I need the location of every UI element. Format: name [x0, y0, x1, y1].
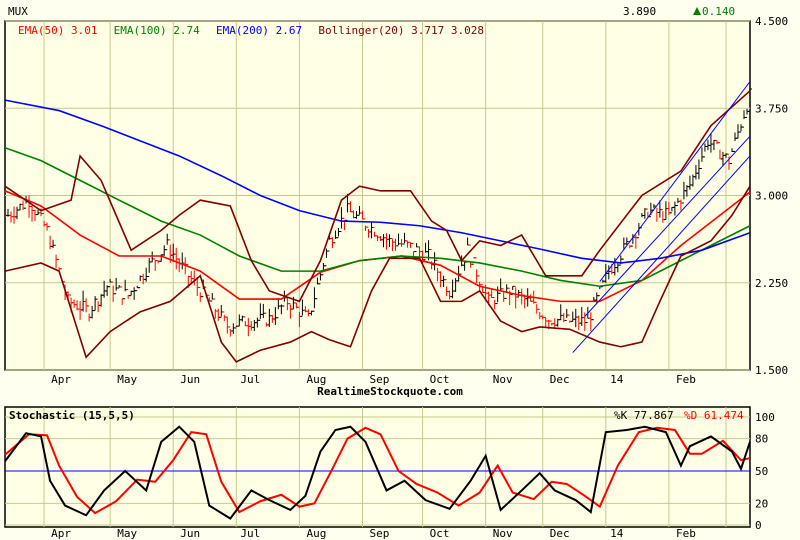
y-tick-label: 50 [755, 465, 768, 478]
last-price: 3.890 [623, 5, 656, 18]
stochastic-k-value: %K 77.867 [614, 409, 674, 422]
x-tick-label: Feb [676, 527, 696, 540]
stochastic-panel-frame [4, 406, 751, 528]
x-tick-label: Jun [180, 373, 200, 386]
legend-entry: EMA(100) 2.74 [114, 24, 200, 37]
ticker-symbol: MUX [8, 5, 28, 18]
y-tick-label: 3.750 [755, 102, 788, 115]
x-tick-label: Dec [550, 373, 570, 386]
y-tick-label: 0 [755, 519, 762, 532]
x-tick-label: Jun [180, 527, 200, 540]
legend-entry: Bollinger(20) 3.717 3.028 [318, 24, 484, 37]
x-tick-label: May [117, 527, 137, 540]
y-tick-label: 100 [755, 411, 775, 424]
x-tick-label: Feb [676, 373, 696, 386]
legend-entry: EMA(50) 3.01 [18, 24, 97, 37]
y-tick-label: 3.000 [755, 190, 788, 203]
x-tick-label: Oct [430, 527, 450, 540]
x-tick-label: Apr [51, 527, 71, 540]
y-tick-label: 20 [755, 497, 768, 510]
x-tick-label: Apr [51, 373, 71, 386]
y-tick-label: 4.500 [755, 15, 788, 28]
x-tick-label: Jul [240, 373, 260, 386]
x-tick-label: Aug [306, 527, 326, 540]
stochastic-title: Stochastic (15,5,5) [9, 409, 135, 422]
legend-entry: EMA(200) 2.67 [216, 24, 302, 37]
price-change: 0.140 [702, 5, 735, 18]
y-tick-label: 1.500 [755, 364, 788, 377]
stock-chart: MUX 3.890 0.140 4.500 3.750 3.000 2.250 1.50… [0, 0, 800, 540]
x-tick-label: Jul [240, 527, 260, 540]
y-tick-label: 2.250 [755, 277, 788, 290]
stochastic-d-value: %D 61.474 [684, 409, 744, 422]
x-tick-label: May [117, 373, 137, 386]
x-tick-label: Sep [370, 527, 390, 540]
x-tick-label: Nov [493, 373, 513, 386]
up-arrow-icon [693, 7, 701, 15]
chart-canvas: MUX 3.890 0.140 4.500 3.750 3.000 2.250 1.50… [4, 5, 788, 540]
x-tick-label: Dec [550, 527, 570, 540]
x-tick-label: 14 [610, 527, 624, 540]
x-tick-label: Nov [493, 527, 513, 540]
watermark: RealtimeStockquote.com [317, 385, 463, 398]
x-tick-label: 14 [610, 373, 624, 386]
y-tick-label: 80 [755, 433, 768, 446]
